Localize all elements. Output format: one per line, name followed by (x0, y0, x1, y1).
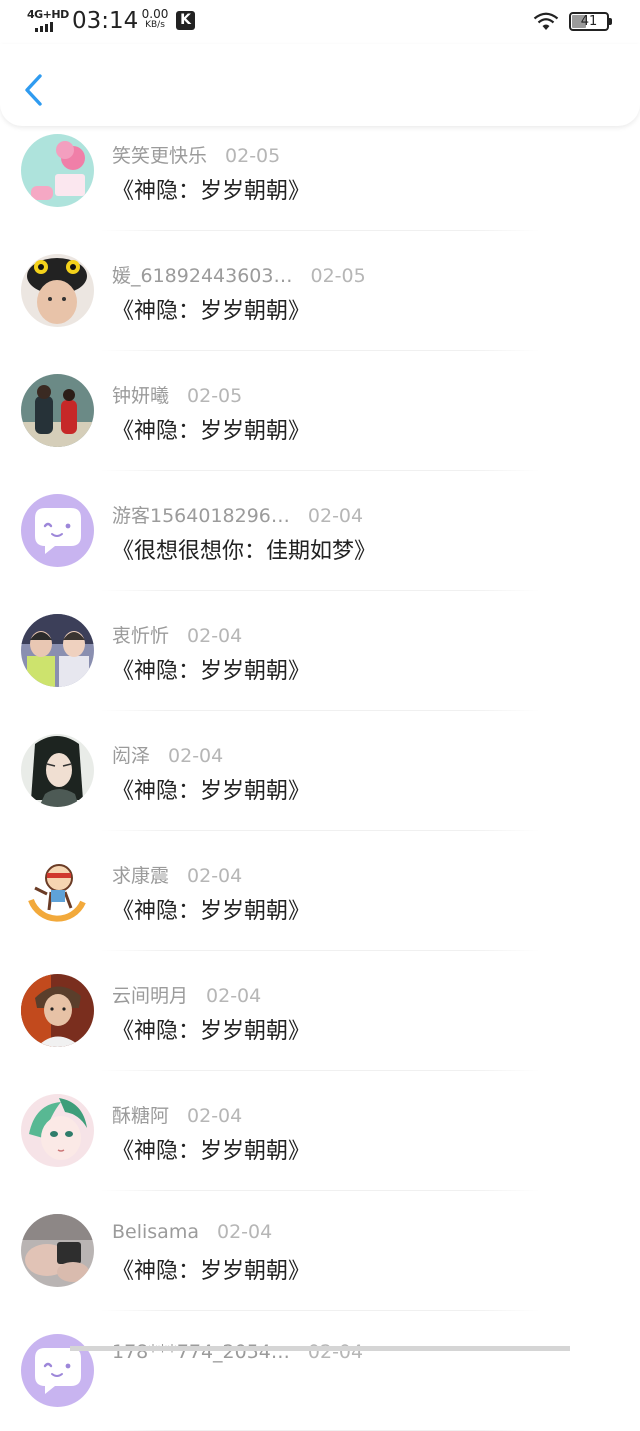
back-button[interactable] (18, 70, 52, 110)
user-name[interactable]: 云间明月 (112, 981, 188, 1008)
book-title[interactable]: 《神隐：岁岁朝朝》 (112, 653, 310, 685)
comment-date: 02-05 (225, 145, 281, 167)
comment-date: 02-04 (216, 1221, 273, 1243)
comment-meta: Belisama 02-04 (112, 1221, 272, 1247)
battery-icon: 41 (569, 12, 613, 31)
network-type-label: 4G+HD (27, 8, 69, 21)
comment-meta: 求康震 02-04 (112, 861, 242, 887)
comment-meta: 178***774_2054… 02-04 (112, 1341, 363, 1367)
user-avatar[interactable] (21, 974, 94, 1047)
user-avatar[interactable] (21, 494, 94, 567)
comment-meta: 媛_61892443603… 02-05 (112, 261, 366, 287)
book-title[interactable]: 《神隐：岁岁朝朝》 (112, 1253, 310, 1285)
user-avatar[interactable] (21, 854, 94, 927)
comment-date: 02-05 (310, 265, 366, 287)
network-speed: 0.00 KB/s (140, 7, 170, 31)
user-name[interactable]: Belisama (112, 1221, 199, 1243)
chevron-left-icon (25, 74, 42, 106)
book-title[interactable]: 《很想很想你：佳期如梦》 (112, 533, 376, 565)
comment-meta: 游客1564018296… 02-04 (112, 501, 363, 527)
comment-meta: 闳泽 02-04 (112, 741, 223, 767)
comment-meta: 云间明月 02-04 (112, 981, 261, 1007)
network-speed-value: 0.00 (141, 7, 169, 21)
user-name[interactable]: 游客1564018296… (112, 501, 290, 528)
cellular-signal-icon: 4G+HD (27, 8, 69, 34)
app-notification-icon: K (176, 11, 195, 30)
status-bar: 4G+HD 03:14 0.00 KB/s K 41 (0, 0, 640, 44)
comment-row[interactable]: 衷忻忻 02-04 《神隐：岁岁朝朝》 (0, 574, 640, 711)
top-nav-bar (0, 44, 640, 126)
wifi-icon (533, 12, 559, 30)
network-speed-unit: KB/s (145, 20, 165, 30)
comment-row[interactable]: Belisama 02-04 《神隐：岁岁朝朝》 (0, 1174, 640, 1311)
user-name[interactable]: 闳泽 (112, 741, 150, 768)
comment-row[interactable]: 媛_61892443603… 02-05 《神隐：岁岁朝朝》 (0, 214, 640, 351)
comment-date: 02-04 (307, 505, 364, 527)
comment-row[interactable]: 闳泽 02-04 《神隐：岁岁朝朝》 (0, 694, 640, 831)
user-name[interactable]: 笑笑更快乐 (112, 141, 207, 168)
book-title[interactable]: 《神隐：岁岁朝朝》 (112, 293, 310, 325)
comment-date: 02-04 (168, 745, 224, 767)
book-title[interactable]: 《神隐：岁岁朝朝》 (112, 1133, 310, 1165)
book-title[interactable]: 《神隐：岁岁朝朝》 (112, 1013, 310, 1045)
comment-date: 02-04 (187, 865, 243, 887)
status-time: 03:14 (72, 8, 139, 34)
user-name[interactable]: 178***774_2054… (112, 1341, 290, 1363)
user-avatar[interactable] (21, 134, 94, 207)
book-title[interactable]: 《神隐：岁岁朝朝》 (112, 173, 310, 205)
user-avatar[interactable] (21, 734, 94, 807)
user-name[interactable]: 酥糖阿 (112, 1101, 169, 1128)
comment-date: 02-05 (187, 385, 243, 407)
user-name[interactable]: 衷忻忻 (112, 621, 169, 648)
user-avatar[interactable] (21, 1334, 94, 1407)
comment-meta: 衷忻忻 02-04 (112, 621, 242, 647)
user-name[interactable]: 媛_61892443603… (112, 261, 292, 288)
user-avatar[interactable] (21, 614, 94, 687)
comment-row[interactable]: 游客1564018296… 02-04 《很想很想你：佳期如梦》 (0, 454, 640, 591)
comment-meta: 钟妍曦 02-05 (112, 381, 242, 407)
book-title[interactable]: 《神隐：岁岁朝朝》 (112, 893, 310, 925)
battery-level: 41 (580, 14, 598, 29)
comment-row[interactable]: 求康震 02-04 《神隐：岁岁朝朝》 (0, 814, 640, 951)
comment-list: 笑笑更快乐 02-05 《神隐：岁岁朝朝》 媛_61892443603… 02-05 《神… (0, 94, 640, 1431)
comment-row[interactable]: 178***774_2054… 02-04 (0, 1294, 640, 1431)
comment-date: 02-04 (307, 1341, 364, 1363)
user-name[interactable]: 求康震 (112, 861, 169, 888)
comment-row[interactable]: 云间明月 02-04 《神隐：岁岁朝朝》 (0, 934, 640, 1071)
book-title[interactable]: 《神隐：岁岁朝朝》 (112, 773, 310, 805)
comment-meta: 笑笑更快乐 02-05 (112, 141, 280, 167)
user-avatar[interactable] (21, 374, 94, 447)
book-title[interactable]: 《神隐：岁岁朝朝》 (112, 413, 310, 445)
bottom-scroll-strip (70, 1346, 570, 1351)
comment-row[interactable]: 酥糖阿 02-04 《神隐：岁岁朝朝》 (0, 1054, 640, 1191)
comment-date: 02-04 (187, 625, 243, 647)
comment-row[interactable]: 钟妍曦 02-05 《神隐：岁岁朝朝》 (0, 334, 640, 471)
user-avatar[interactable] (21, 254, 94, 327)
user-avatar[interactable] (21, 1094, 94, 1167)
comment-meta: 酥糖阿 02-04 (112, 1101, 242, 1127)
comment-date: 02-04 (206, 985, 262, 1007)
user-name[interactable]: 钟妍曦 (112, 381, 169, 408)
user-avatar[interactable] (21, 1214, 94, 1287)
comment-date: 02-04 (187, 1105, 243, 1127)
